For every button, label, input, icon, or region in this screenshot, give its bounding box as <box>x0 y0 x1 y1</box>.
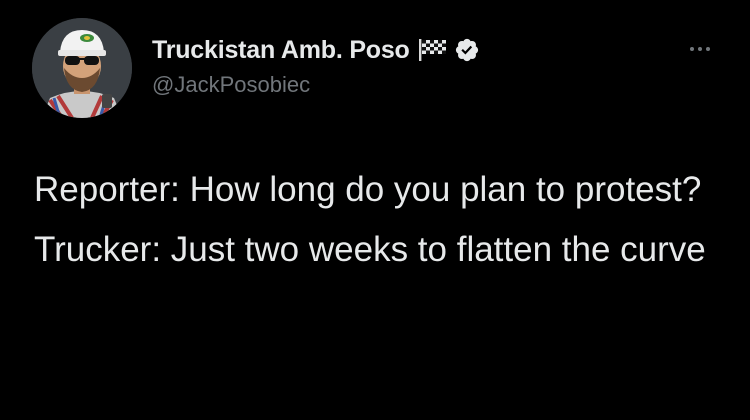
tweet-paragraph: Trucker: Just two weeks to flatten the c… <box>34 230 706 269</box>
checkered-flag-icon <box>418 38 448 62</box>
author-display-name[interactable]: Truckistan Amb. Poso <box>152 36 410 65</box>
more-options-button[interactable] <box>680 34 720 64</box>
author-handle[interactable]: @JackPosobiec <box>152 72 310 98</box>
more-options-icon <box>690 47 710 51</box>
avatar[interactable] <box>32 18 132 118</box>
tweet-card: Truckistan Amb. Poso @JackPosobiec Repor… <box>0 0 750 420</box>
tweet-paragraph: Reporter: How long do you plan to protes… <box>34 170 702 209</box>
avatar-image <box>32 18 132 118</box>
author-name-row: Truckistan Amb. Poso <box>152 34 480 66</box>
verified-badge-icon <box>454 37 480 63</box>
tweet-text: Reporter: How long do you plan to protes… <box>34 166 714 286</box>
